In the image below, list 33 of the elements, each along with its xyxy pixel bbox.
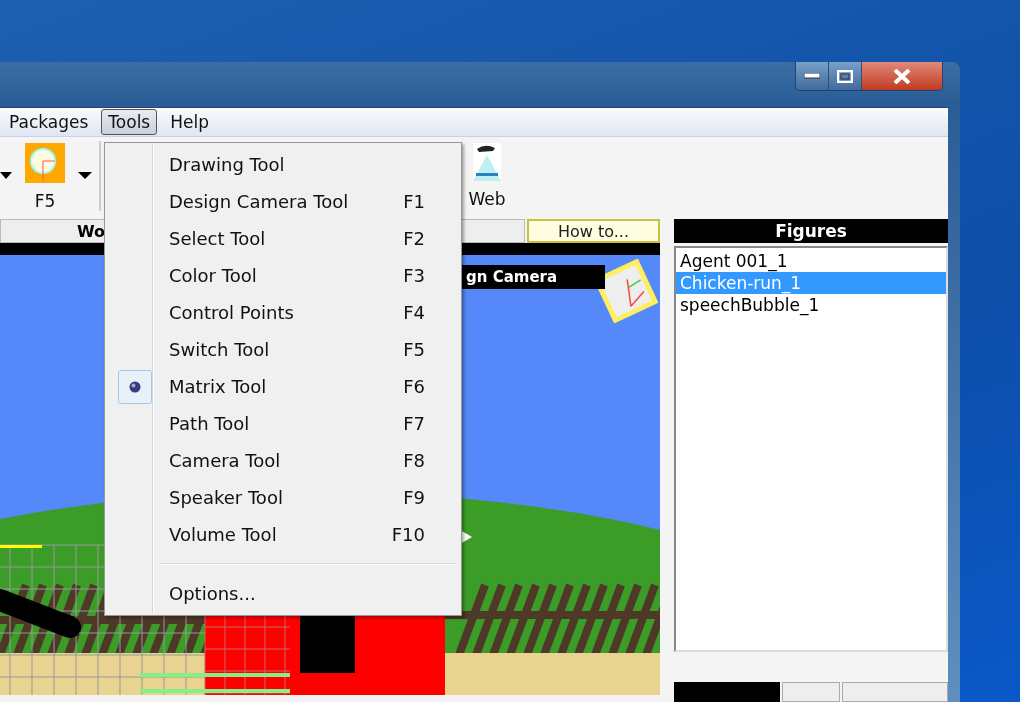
menu-item[interactable]: Help xyxy=(163,109,216,135)
dropdown-arrow-icon[interactable] xyxy=(0,172,12,179)
light-bulb-icon xyxy=(25,143,65,183)
dropdown-arrow-icon[interactable] xyxy=(78,172,92,179)
menu-option[interactable]: Camera Tool F8 xyxy=(107,442,459,479)
menu-option[interactable]: Drawing Tool xyxy=(107,146,459,183)
toolbar-label: F5 xyxy=(34,191,56,211)
menu-item[interactable]: Tools xyxy=(101,109,158,135)
minimize-icon xyxy=(804,73,820,79)
menu-option[interactable]: Color Tool F3 xyxy=(107,257,459,294)
light-tool-button[interactable]: F5 xyxy=(24,143,66,213)
how-to-button[interactable]: How to... xyxy=(527,219,660,243)
figure-item[interactable]: Agent 001_1 xyxy=(676,250,946,272)
close-button[interactable] xyxy=(862,62,942,90)
menu-option[interactable]: Control Points F4 xyxy=(107,294,459,331)
camera-label: gn Camera xyxy=(462,265,605,289)
maximize-icon xyxy=(837,69,853,83)
menu-item[interactable]: Packages xyxy=(2,109,96,135)
menu-option[interactable]: Path Tool F7 xyxy=(107,405,459,442)
menu-option[interactable]: Switch Tool F5 xyxy=(107,331,459,368)
toolbar-label: Web xyxy=(468,189,506,209)
web-button[interactable]: Web xyxy=(464,143,510,213)
figure-item[interactable]: speechBubble_1 xyxy=(676,294,946,316)
menu-option[interactable]: Matrix Tool F6 xyxy=(107,368,459,405)
menu-option[interactable]: Speaker Tool F9 xyxy=(107,479,459,516)
minimize-button[interactable] xyxy=(796,62,829,90)
web-picture-icon xyxy=(473,143,501,181)
menu-option[interactable]: Volume Tool F10 xyxy=(107,516,459,553)
menu-option[interactable]: Options... xyxy=(107,575,459,612)
menu-option[interactable]: Design Camera Tool F1 xyxy=(107,183,459,220)
maximize-button[interactable] xyxy=(829,62,862,90)
close-icon xyxy=(893,68,911,84)
figures-header: Figures xyxy=(674,219,948,243)
